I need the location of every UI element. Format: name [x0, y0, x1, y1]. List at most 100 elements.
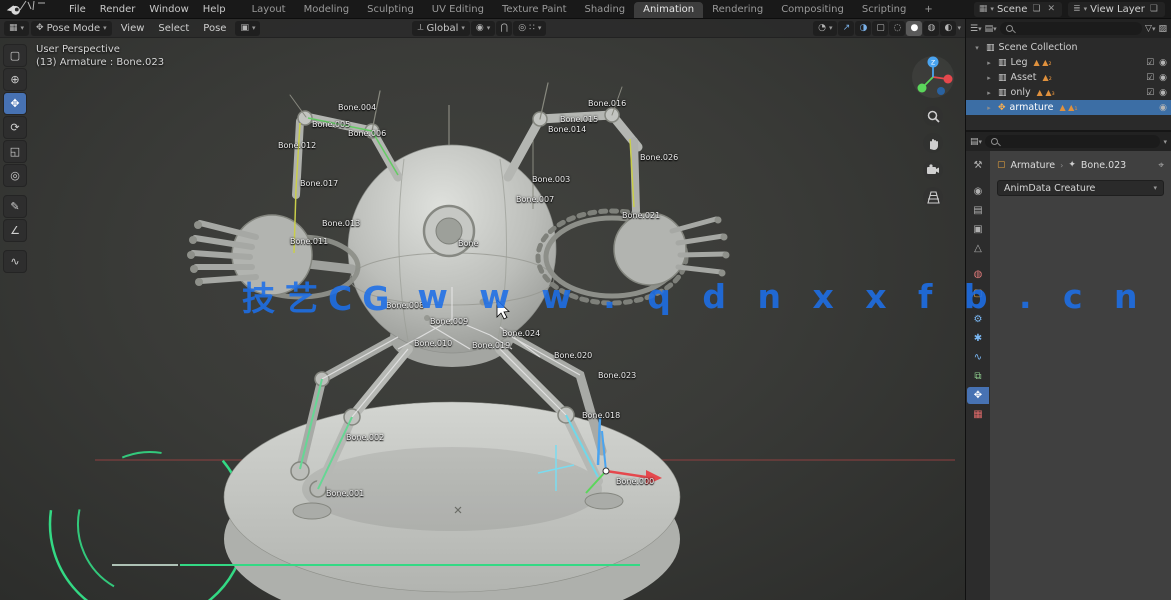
datablock-name-field[interactable]: AnimData Creature ▾	[997, 180, 1164, 196]
exclude-checkbox-icon[interactable]: ☑	[1146, 58, 1154, 68]
properties-tab-output[interactable]: ▤	[967, 202, 989, 219]
zoom-control[interactable]	[923, 106, 943, 126]
properties-tab-object[interactable]: ▢	[967, 285, 989, 302]
shading-wireframe-button[interactable]: ◌	[889, 21, 905, 36]
tab-texture-paint[interactable]: Texture Paint	[493, 2, 576, 18]
snap-toggle[interactable]: ⋂	[496, 21, 512, 36]
tool-rotate[interactable]: ⟳	[3, 116, 27, 139]
tab-rendering[interactable]: Rendering	[703, 2, 772, 18]
show-overlays-toggle[interactable]: ◑	[855, 21, 871, 36]
viewport-3d[interactable]: ▦ ▾ ✥ Pose Mode ▾ ViewSelectPose ▣ ▾ ⟂ G…	[0, 19, 965, 600]
properties-tab-view-layer[interactable]: ▣	[967, 221, 989, 238]
shading-material-button[interactable]: ◍	[923, 21, 939, 36]
properties-tab-constraints[interactable]: ⧉	[967, 368, 989, 385]
outliner-row-leg[interactable]: ▸▥Leg▲ ▲₂☑◉	[966, 55, 1171, 70]
twisty-icon[interactable]: ▸	[984, 59, 994, 67]
exclude-checkbox-icon[interactable]: ☑	[1146, 73, 1154, 83]
unlink-scene-icon[interactable]: ✕	[1046, 4, 1058, 14]
visibility-dropdown[interactable]: ◔ ▾	[813, 21, 837, 36]
properties-tab-render[interactable]: ◉	[967, 183, 989, 200]
new-layer-icon[interactable]: ❏	[1148, 4, 1160, 14]
tab-scripting[interactable]: Scripting	[853, 2, 915, 18]
hide-eye-icon[interactable]: ◉	[1159, 88, 1167, 98]
xray-toggle[interactable]: ▢	[872, 21, 888, 36]
exclude-checkbox-icon[interactable]: ☑	[1146, 88, 1154, 98]
properties-tab-bone-data[interactable]: ✥	[967, 387, 989, 404]
editor-type-button[interactable]: ▦ ▾	[4, 21, 29, 36]
mode-dropdown[interactable]: ✥ Pose Mode ▾	[31, 21, 112, 36]
shading-rendered-button[interactable]: ◐	[940, 21, 956, 36]
scene-selector[interactable]: ▦ ▾ Scene ❏ ✕	[974, 2, 1062, 17]
mode-options-button[interactable]: ▣ ▾	[235, 21, 260, 36]
collection-icon: ▥	[998, 88, 1007, 98]
shading-options-chevron[interactable]: ▾	[957, 24, 961, 32]
properties-tab-modifiers[interactable]: ⚙	[967, 311, 989, 328]
tab-compositing[interactable]: Compositing	[772, 2, 853, 18]
outliner-options-icon[interactable]: ▨	[1158, 24, 1167, 34]
pan-control[interactable]	[923, 133, 943, 153]
tool-transform[interactable]: ◎	[3, 164, 27, 187]
new-scene-icon[interactable]: ❏	[1030, 4, 1042, 14]
navigation-gizmo[interactable]: Z	[911, 55, 955, 99]
outliner-row-only[interactable]: ▸▥only▲ ▲₃☑◉	[966, 85, 1171, 100]
tool-scale[interactable]: ◱	[3, 140, 27, 163]
outliner-row-armature[interactable]: ▸✥armature▲ ▲₁◉	[966, 100, 1171, 115]
tool-move[interactable]: ✥	[3, 92, 27, 115]
twisty-icon[interactable]: ▸	[984, 104, 994, 112]
viewport-3d-scene[interactable]	[0, 19, 965, 600]
tab-animation[interactable]: Animation	[634, 2, 703, 18]
tab-+[interactable]: +	[915, 2, 941, 18]
properties-tab-texture[interactable]: ▦	[967, 406, 989, 423]
camera-view-control[interactable]	[923, 160, 943, 180]
perspective-toggle-control[interactable]	[923, 187, 943, 207]
viewport-menu-pose[interactable]: Pose	[196, 23, 233, 34]
twisty-icon[interactable]: ▸	[984, 89, 994, 97]
pivot-point-dropdown[interactable]: ◉ ▾	[471, 21, 495, 36]
view-layer-selector[interactable]: ≣ ▾ View Layer ❏	[1068, 2, 1165, 17]
properties-editor-icon[interactable]: ▤▾	[970, 137, 982, 147]
outliner-row-scene-collection[interactable]: ▾▥Scene Collection	[966, 40, 1171, 55]
properties-tab-particles[interactable]: ✱	[967, 330, 989, 347]
bone-label: Bone.017	[300, 179, 338, 188]
tab-modeling[interactable]: Modeling	[295, 2, 359, 18]
tab-shading[interactable]: Shading	[576, 2, 635, 18]
tool-cursor[interactable]: ⊕	[3, 68, 27, 91]
properties-tab-scene[interactable]: △	[967, 240, 989, 257]
properties-tab-tool[interactable]: ⚒	[967, 157, 989, 174]
viewport-menu-view[interactable]: View	[114, 23, 152, 34]
tool-pose-breakdowner[interactable]: ∿	[3, 250, 27, 273]
viewport-menu-select[interactable]: Select	[151, 23, 196, 34]
menu-file[interactable]: File	[62, 4, 93, 15]
proportional-edit-dropdown[interactable]: ◎ ∷ ▾	[513, 21, 546, 36]
menu-help[interactable]: Help	[196, 4, 233, 15]
tool-measure[interactable]: ∠	[3, 219, 27, 242]
hide-eye-icon[interactable]: ◉	[1159, 58, 1167, 68]
hide-eye-icon[interactable]: ◉	[1159, 73, 1167, 83]
properties-tab-physics[interactable]: ∿	[967, 349, 989, 366]
pin-icon[interactable]: ⌖	[1158, 160, 1164, 171]
properties-tab-world[interactable]: ◍	[967, 266, 989, 283]
menu-window[interactable]: Window	[142, 4, 195, 15]
twisty-icon[interactable]: ▸	[984, 74, 994, 82]
outliner-display-mode-icon[interactable]: ▤▾	[985, 24, 997, 34]
breadcrumb-bone[interactable]: Bone.023	[1081, 160, 1126, 171]
show-gizmo-toggle[interactable]: ↗	[838, 21, 854, 36]
outliner-editor-icon[interactable]: ☰▾	[970, 24, 982, 34]
menu-render[interactable]: Render	[93, 4, 143, 15]
hide-eye-icon[interactable]: ◉	[1159, 103, 1167, 113]
shading-solid-button[interactable]: ●	[906, 21, 922, 36]
breadcrumb-object[interactable]: Armature	[1011, 160, 1056, 171]
tool-select-box[interactable]: ▢	[3, 44, 27, 67]
outliner-row-asset[interactable]: ▸▥Asset▲₂☑◉	[966, 70, 1171, 85]
chevron-down-icon[interactable]: ▾	[1163, 138, 1167, 146]
tab-sculpting[interactable]: Sculpting	[358, 2, 423, 18]
twisty-icon[interactable]: ▾	[972, 44, 982, 52]
tab-uv-editing[interactable]: UV Editing	[423, 2, 493, 18]
properties-search-input[interactable]	[985, 135, 1160, 148]
outliner-search-input[interactable]	[1000, 22, 1142, 35]
filter-icon[interactable]: ▽▾	[1145, 24, 1155, 34]
tool-annotate[interactable]: ✎	[3, 195, 27, 218]
right-gatling-gun[interactable]	[538, 211, 730, 303]
tab-layout[interactable]: Layout	[243, 2, 295, 18]
transform-orientation-dropdown[interactable]: ⟂ Global ▾	[412, 21, 469, 36]
